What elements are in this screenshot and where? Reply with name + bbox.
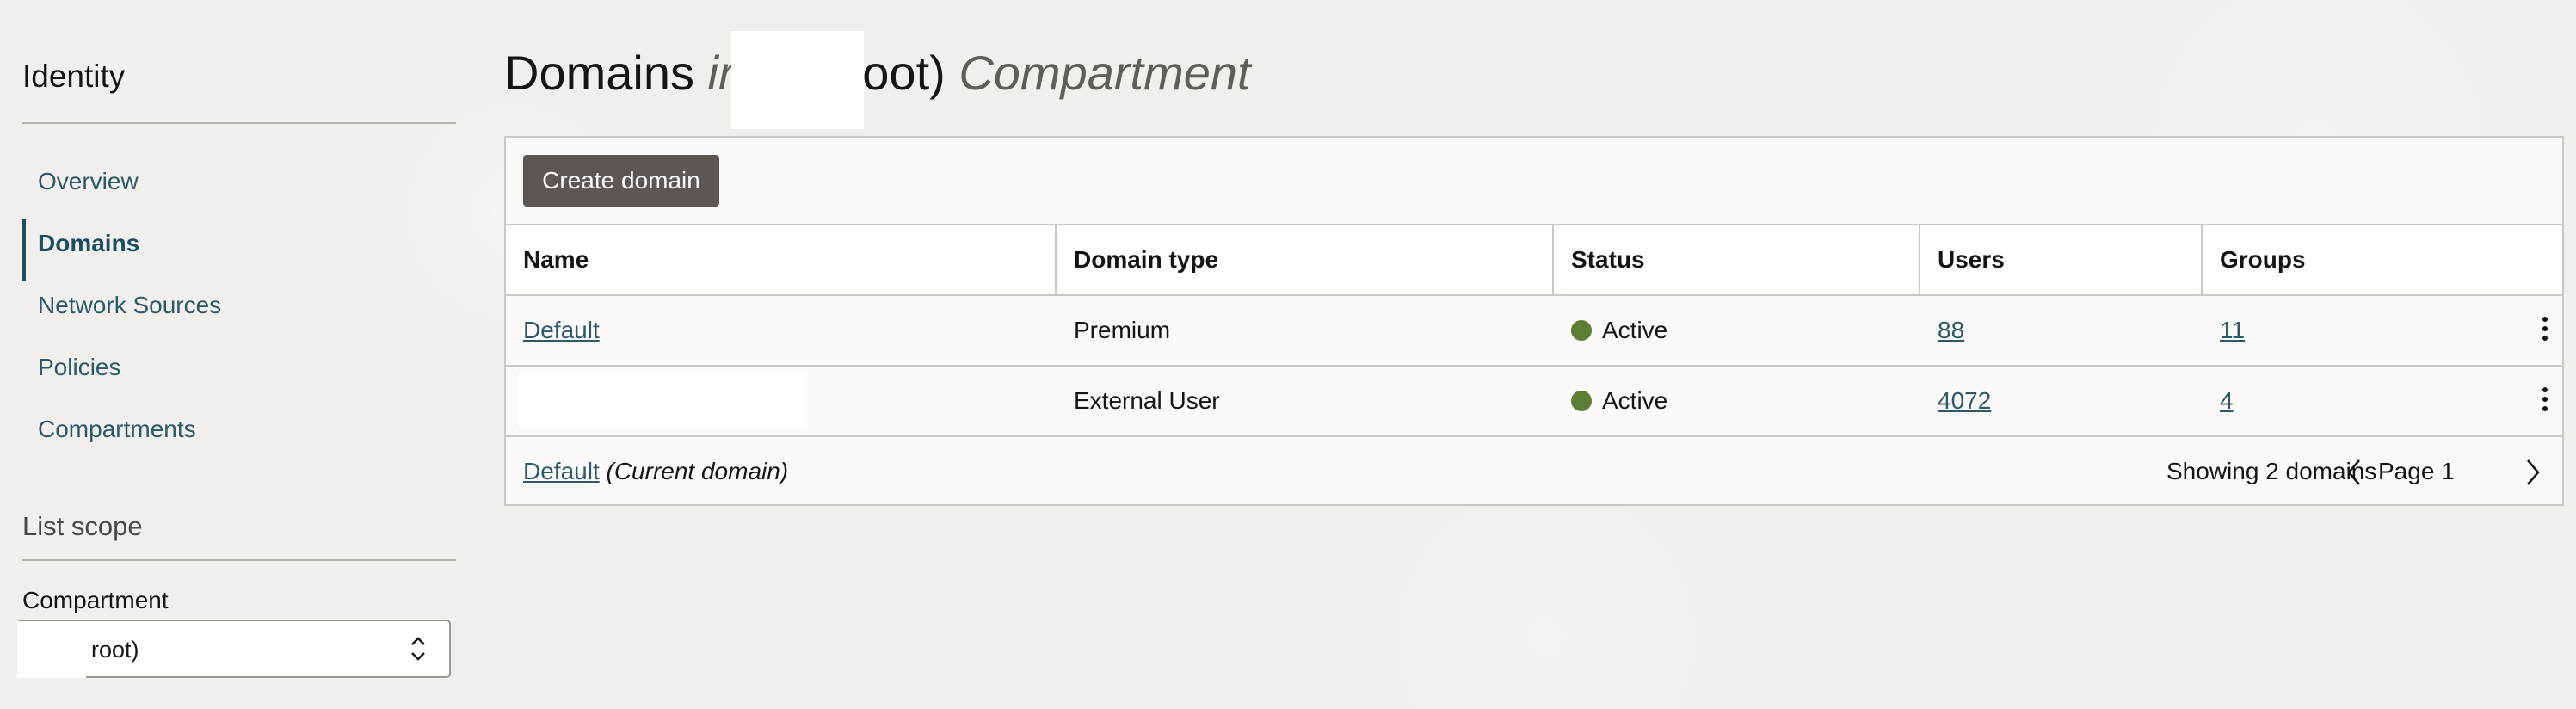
page-title-compartment: Compartment: [958, 46, 1251, 100]
current-domain-link[interactable]: Default: [523, 458, 600, 484]
current-domain-info: Default (Current domain): [523, 437, 788, 506]
groups-count-link[interactable]: 11: [2220, 296, 2245, 365]
status-text: Active: [1602, 387, 1668, 414]
chevron-left-icon[interactable]: [2345, 458, 2363, 487]
table-footer: Default (Current domain) Showing 2 domai…: [506, 435, 2562, 509]
table-header-row: Name Domain type Status Users Groups: [506, 224, 2562, 294]
status-cell: Active: [1571, 367, 1667, 435]
sidebar-title: Identity: [22, 59, 126, 94]
table-row: External User Active 4072 4: [506, 365, 2562, 435]
sidebar-item-policies[interactable]: Policies: [22, 341, 456, 403]
compartment-value: root): [91, 637, 139, 663]
page-title-main: Domains: [504, 46, 694, 100]
sidebar-item-overview[interactable]: Overview: [22, 155, 456, 217]
column-divider: [1552, 225, 1554, 294]
page-title-in: ir: [707, 46, 735, 100]
table-row: Default Premium Active 88 11: [506, 294, 2562, 365]
row-actions-kebab-icon[interactable]: [2536, 317, 2554, 346]
row-actions-kebab-icon[interactable]: [2536, 387, 2554, 416]
users-count-link[interactable]: 4072: [1938, 367, 1991, 435]
chevron-right-icon[interactable]: [2524, 458, 2542, 487]
domain-type-cell: External User: [1074, 387, 1220, 414]
redacted-area: [17, 621, 86, 678]
column-header-users[interactable]: Users: [1938, 225, 2005, 294]
domains-panel: Create domain Name Domain type Status Us…: [504, 136, 2564, 506]
groups-count-link[interactable]: 4: [2220, 367, 2234, 435]
compartment-select[interactable]: root): [17, 620, 451, 678]
page-indicator: Page 1: [2378, 458, 2455, 484]
column-header-name[interactable]: Name: [523, 225, 589, 294]
domain-name-link[interactable]: Default: [523, 296, 600, 365]
column-divider: [1919, 225, 1920, 294]
column-header-groups[interactable]: Groups: [2220, 225, 2306, 294]
redacted-area: [518, 373, 807, 428]
page-title: Domains ir root) Compartment: [504, 45, 1251, 101]
create-domain-button[interactable]: Create domain: [523, 155, 719, 207]
list-scope-divider: [22, 559, 456, 561]
current-domain-note: (Current domain): [606, 458, 789, 484]
column-divider: [1055, 225, 1057, 294]
column-header-domain-type[interactable]: Domain type: [1074, 225, 1218, 294]
list-scope-title: List scope: [22, 511, 143, 541]
sidebar-divider: [22, 122, 456, 124]
domain-type-cell: Premium: [1074, 317, 1171, 343]
chevron-up-down-icon: [408, 632, 428, 666]
status-text: Active: [1602, 317, 1668, 343]
sidebar-item-network-sources[interactable]: Network Sources: [22, 279, 456, 341]
status-active-icon: [1571, 319, 1592, 341]
compartment-label: Compartment: [22, 587, 169, 613]
sidebar-item-domains[interactable]: Domains: [22, 217, 456, 281]
domains-table: Name Domain type Status Users Groups Def…: [506, 224, 2562, 509]
sidebar-item-compartments[interactable]: Compartments: [22, 403, 456, 465]
column-divider: [2201, 225, 2203, 294]
status-active-icon: [1571, 390, 1592, 411]
column-header-status[interactable]: Status: [1571, 225, 1645, 294]
sidebar-nav: Overview Domains Network Sources Policie…: [22, 155, 456, 465]
redacted-area: [731, 31, 864, 129]
status-cell: Active: [1571, 296, 1667, 365]
users-count-link[interactable]: 88: [1938, 296, 1964, 365]
